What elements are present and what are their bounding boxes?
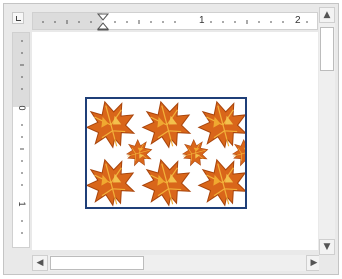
- ruler-corner: [4, 4, 32, 32]
- vertical-ruler[interactable]: 0 1: [12, 32, 30, 248]
- vruler-label-0: 0: [17, 105, 27, 111]
- vruler-label-1: 1: [17, 201, 27, 207]
- scroll-down-button[interactable]: ▼: [319, 239, 335, 255]
- document-page[interactable]: [32, 32, 318, 250]
- vertical-scrollbar[interactable]: ▲ ▼: [319, 7, 335, 255]
- tab-selector-button[interactable]: [12, 12, 24, 24]
- horizontal-ruler-ticks: [42, 13, 308, 31]
- indent-markers: [96, 13, 110, 31]
- document-window: 1 2 0 1 ▲ ▼ ◀ ▶: [3, 3, 339, 275]
- vertical-scroll-thumb[interactable]: [320, 27, 334, 71]
- scroll-left-button[interactable]: ◀: [32, 255, 48, 271]
- horizontal-scrollbar[interactable]: ◀ ▶: [32, 255, 322, 271]
- ruler-label-2: 2: [295, 15, 301, 26]
- scrollbar-corner: [319, 255, 335, 271]
- maple-leaf-pattern-icon: [87, 99, 245, 207]
- selected-image[interactable]: [85, 97, 247, 209]
- vertical-ruler-ticks: [20, 40, 24, 234]
- ruler-label-1: 1: [199, 15, 205, 26]
- horizontal-scroll-thumb[interactable]: [50, 256, 144, 270]
- scroll-up-button[interactable]: ▲: [319, 7, 335, 23]
- horizontal-ruler[interactable]: 1 2: [32, 12, 318, 31]
